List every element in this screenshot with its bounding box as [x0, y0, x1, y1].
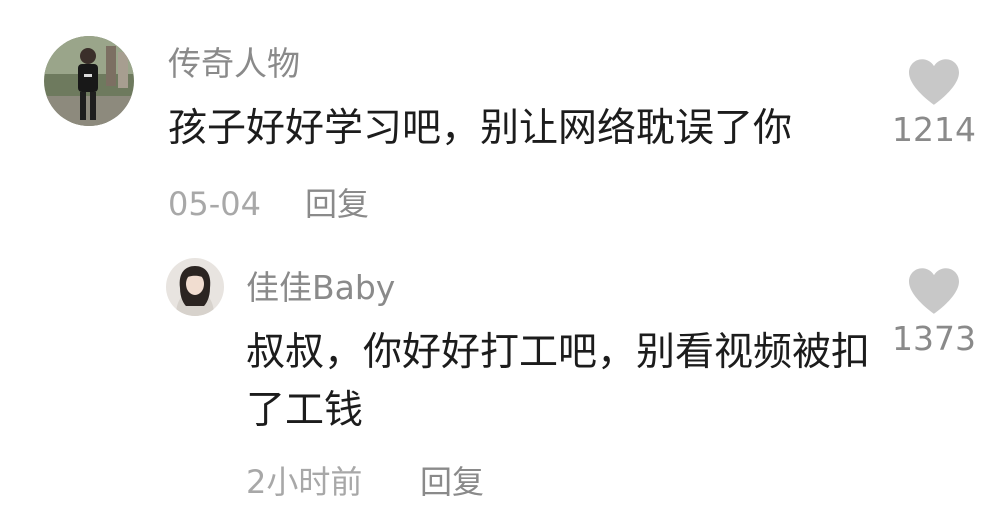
- like-count: 1373: [892, 319, 976, 358]
- comment-text: 叔叔，你好好打工吧，别看视频被扣了工钱: [246, 330, 871, 433]
- avatar[interactable]: [44, 36, 134, 126]
- comment-timestamp: 05-04: [168, 185, 261, 223]
- comment-username[interactable]: 佳佳Baby: [246, 268, 395, 308]
- avatar[interactable]: [166, 258, 224, 316]
- like-count: 1214: [892, 110, 976, 149]
- reply-button[interactable]: 回复: [420, 462, 484, 502]
- reply-button[interactable]: 回复: [305, 184, 369, 224]
- like-button[interactable]: [906, 266, 962, 316]
- heart-icon: [909, 268, 959, 314]
- user-avatar-photo-icon: [166, 258, 224, 316]
- comment-timestamp: 2小时前: [246, 463, 363, 501]
- heart-icon: [909, 59, 959, 105]
- comment-username[interactable]: 传奇人物: [168, 44, 300, 84]
- comment-text: 孩子好好学习吧，别让网络耽误了你: [168, 106, 793, 151]
- user-avatar-photo-icon: [44, 36, 134, 126]
- like-button[interactable]: [906, 57, 962, 107]
